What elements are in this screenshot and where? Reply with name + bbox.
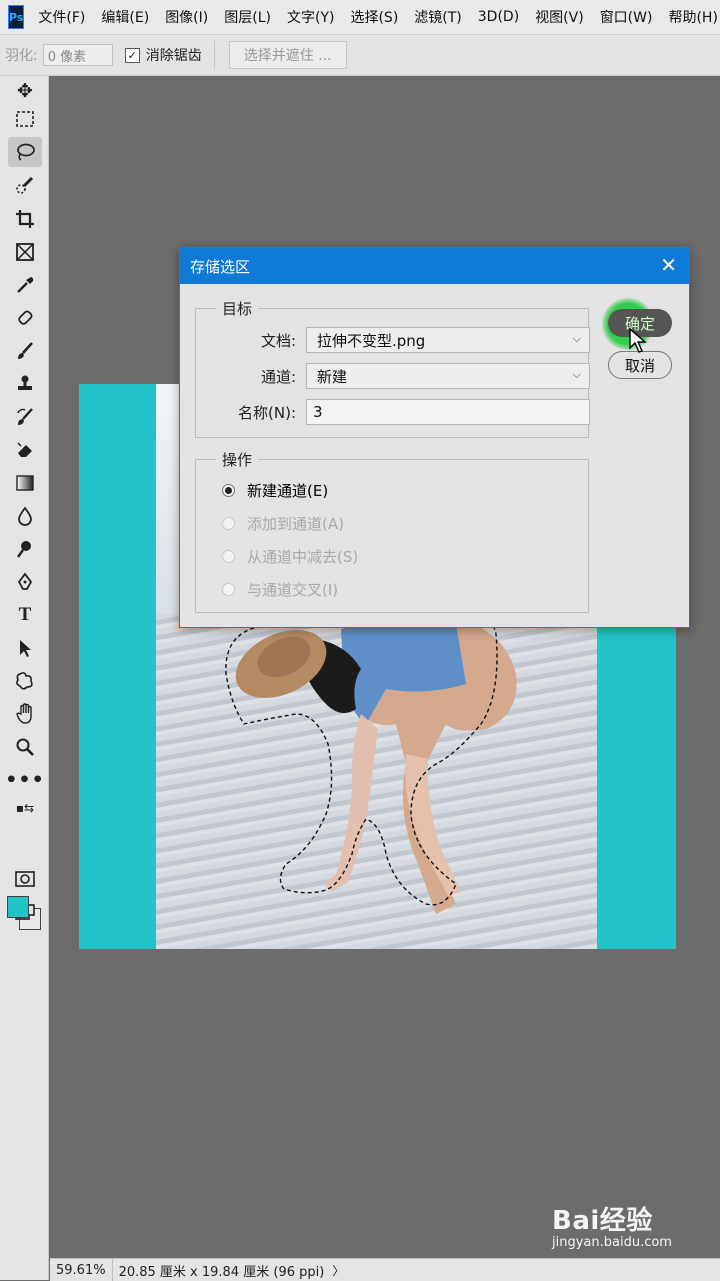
radio-unselected[interactable] [222,550,235,563]
options-bar: 羽化: 0 像素 ✓ 消除锯齿 选择并遮住 ... [0,35,720,76]
menu-file[interactable]: 文件(F) [30,7,93,27]
menu-filter[interactable]: 滤镜(T) [406,7,469,27]
antialias-label: 消除锯齿 [145,48,202,64]
frame-icon[interactable] [8,237,42,267]
stamp-icon[interactable] [8,369,42,399]
document-value: 拉伸不变型.png [317,331,426,350]
target-legend: 目标 [216,298,259,319]
close-icon[interactable]: ✕ [660,254,677,276]
radio-unselected[interactable] [222,583,235,596]
pen-icon[interactable] [8,567,42,597]
operation-add-to-channel[interactable]: 添加到通道(A) [222,513,344,534]
dialog-title: 存储选区 [190,257,251,276]
channel-label: 通道: [260,368,296,386]
type-icon[interactable]: T [8,600,42,630]
brush-icon[interactable] [8,336,42,366]
cancel-button[interactable]: 取消 [608,351,672,379]
menu-image[interactable]: 图像(I) [157,7,216,27]
operation-group: 操作 新建通道(E) 添加到通道(A) 从通道中减去(S) 与通道交叉(I) [195,449,589,613]
lasso-icon[interactable] [8,137,42,167]
watermark-url: jingyan.baidu.com [552,1235,672,1250]
eraser-icon[interactable] [8,435,42,465]
tools-panel: ✥ T ••• ▪⇆ [0,76,49,1280]
eyedropper-icon[interactable] [8,270,42,300]
blur-icon[interactable] [8,501,42,531]
channel-value: 新建 [317,367,348,386]
radio-selected[interactable] [222,484,235,497]
path-select-icon[interactable] [8,633,42,663]
menu-layer[interactable]: 图层(L) [216,7,279,27]
dodge-icon[interactable] [8,534,42,564]
photoshop-logo: Ps [8,5,25,29]
menu-bar: Ps 文件(F) 编辑(E) 图像(I) 图层(L) 文字(Y) 选择(S) 滤… [0,0,720,35]
menu-select[interactable]: 选择(S) [342,7,406,27]
more-icon[interactable]: ••• [5,765,43,795]
operation-intersect-channel[interactable]: 与通道交叉(I) [222,579,338,600]
status-bar: 59.61% 20.85 厘米 x 19.84 厘米 (96 ppi) 〉 [50,1258,720,1281]
quick-mask-icon[interactable] [8,864,42,894]
history-brush-icon[interactable] [8,402,42,432]
menu-3d[interactable]: 3D(D) [470,9,527,25]
shape-icon[interactable] [8,666,42,696]
target-group: 目标 文档: 拉伸不变型.png ⌵ 通道: 新建 ⌵ 名称(N): 3 [195,298,590,438]
quick-select-icon[interactable] [8,171,42,201]
operation-label: 与通道交叉(I) [247,581,339,599]
name-input[interactable]: 3 [306,399,590,425]
options-divider [213,41,215,69]
antialias-checkbox[interactable]: ✓ [124,47,140,63]
move-icon[interactable]: ✥ [8,76,42,106]
operation-legend: 操作 [216,449,259,470]
gradient-icon[interactable] [8,468,42,498]
feather-input[interactable]: 0 像素 [42,44,113,66]
operation-subtract-from-channel[interactable]: 从通道中减去(S) [222,546,358,567]
baidu-jingyan-watermark: Bai经验 jingyan.baidu.com [552,1200,702,1260]
marquee-icon[interactable] [8,104,42,134]
operation-label: 新建通道(E) [247,482,329,500]
select-and-mask-button[interactable]: 选择并遮住 ... [228,41,347,69]
foreground-color-swatch[interactable] [7,896,29,918]
menu-help[interactable]: 帮助(H) [660,7,720,27]
name-label: 名称(N): [238,404,296,422]
healing-icon[interactable] [8,303,42,333]
zoom-level[interactable]: 59.61% [50,1259,113,1281]
menu-view[interactable]: 视图(V) [527,7,592,27]
zoom-icon[interactable] [8,732,42,762]
chevron-down-icon: ⌵ [572,332,581,345]
status-menu-arrow[interactable]: 〉 [332,1262,344,1279]
watermark-logo: Bai经验 [552,1206,653,1236]
menu-edit[interactable]: 编辑(E) [93,7,157,27]
chevron-down-icon: ⌵ [572,368,581,381]
document-dropdown[interactable]: 拉伸不变型.png ⌵ [306,327,590,353]
channel-dropdown[interactable]: 新建 ⌵ [306,363,590,389]
operation-label: 添加到通道(A) [247,515,344,533]
hand-icon[interactable] [8,699,42,729]
feather-label: 羽化: [5,48,38,64]
menu-type[interactable]: 文字(Y) [279,7,342,27]
menu-window[interactable]: 窗口(W) [592,7,661,27]
document-info: 20.85 厘米 x 19.84 厘米 (96 ppi) [118,1264,325,1280]
radio-unselected[interactable] [222,517,235,530]
save-selection-dialog: 存储选区 ✕ 目标 文档: 拉伸不变型.png ⌵ 通道: 新建 ⌵ 名称(N)… [179,247,690,628]
swap-colors-icon[interactable]: ▪⇆ [8,793,42,823]
operation-label: 从通道中减去(S) [247,548,359,566]
crop-icon[interactable] [8,204,42,234]
dialog-titlebar: 存储选区 ✕ [180,248,689,284]
operation-new-channel[interactable]: 新建通道(E) [222,480,328,501]
document-label: 文档: [260,332,296,350]
mouse-cursor-icon [629,328,647,353]
